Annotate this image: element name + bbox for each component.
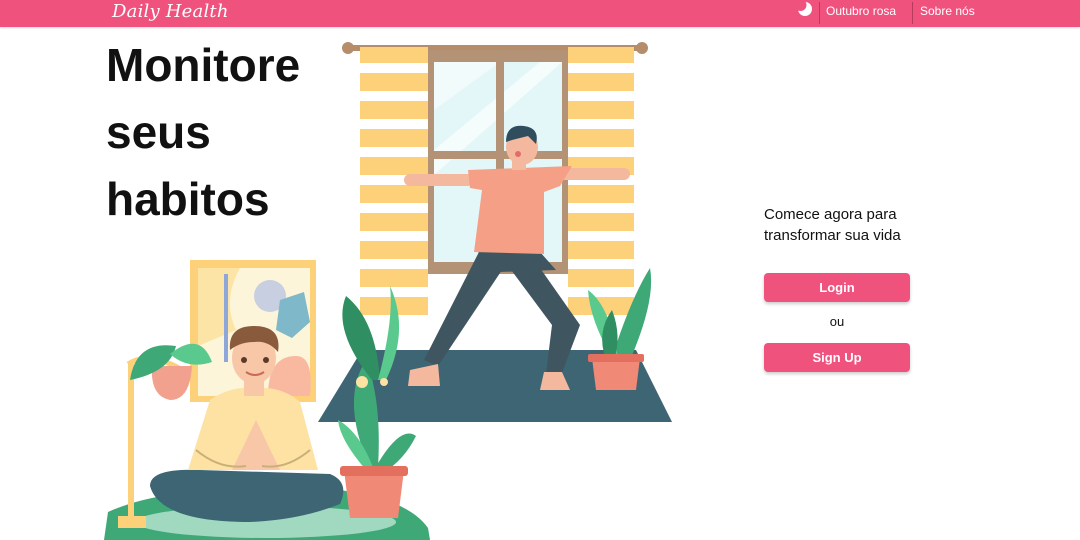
hero-title-line: habitos bbox=[106, 173, 270, 225]
nav-divider bbox=[819, 2, 820, 24]
brand-logo[interactable]: Daily Health bbox=[112, 0, 229, 27]
nav-link-sobre-nos[interactable]: Sobre nós bbox=[920, 0, 975, 22]
signup-button[interactable]: Sign Up bbox=[764, 343, 910, 372]
navbar: Daily Health Outubro rosa Sobre nós bbox=[0, 0, 1080, 27]
or-separator: ou bbox=[829, 314, 845, 329]
hero-title: Monitore seus habitos bbox=[106, 32, 366, 233]
cta-text-line: Comece agora para bbox=[764, 206, 897, 223]
nav-link-outubro-rosa[interactable]: Outubro rosa bbox=[826, 0, 896, 22]
right-curtain bbox=[568, 47, 634, 315]
nav-divider bbox=[912, 2, 913, 24]
moon-icon[interactable] bbox=[794, 0, 815, 21]
hero-title-line: seus bbox=[106, 106, 211, 158]
cta-text-line: transformar sua vida bbox=[764, 227, 901, 244]
cta-text: Comece agora para transformar sua vida bbox=[764, 204, 964, 246]
hero-title-line: Monitore bbox=[106, 39, 301, 91]
login-button[interactable]: Login bbox=[764, 273, 910, 302]
